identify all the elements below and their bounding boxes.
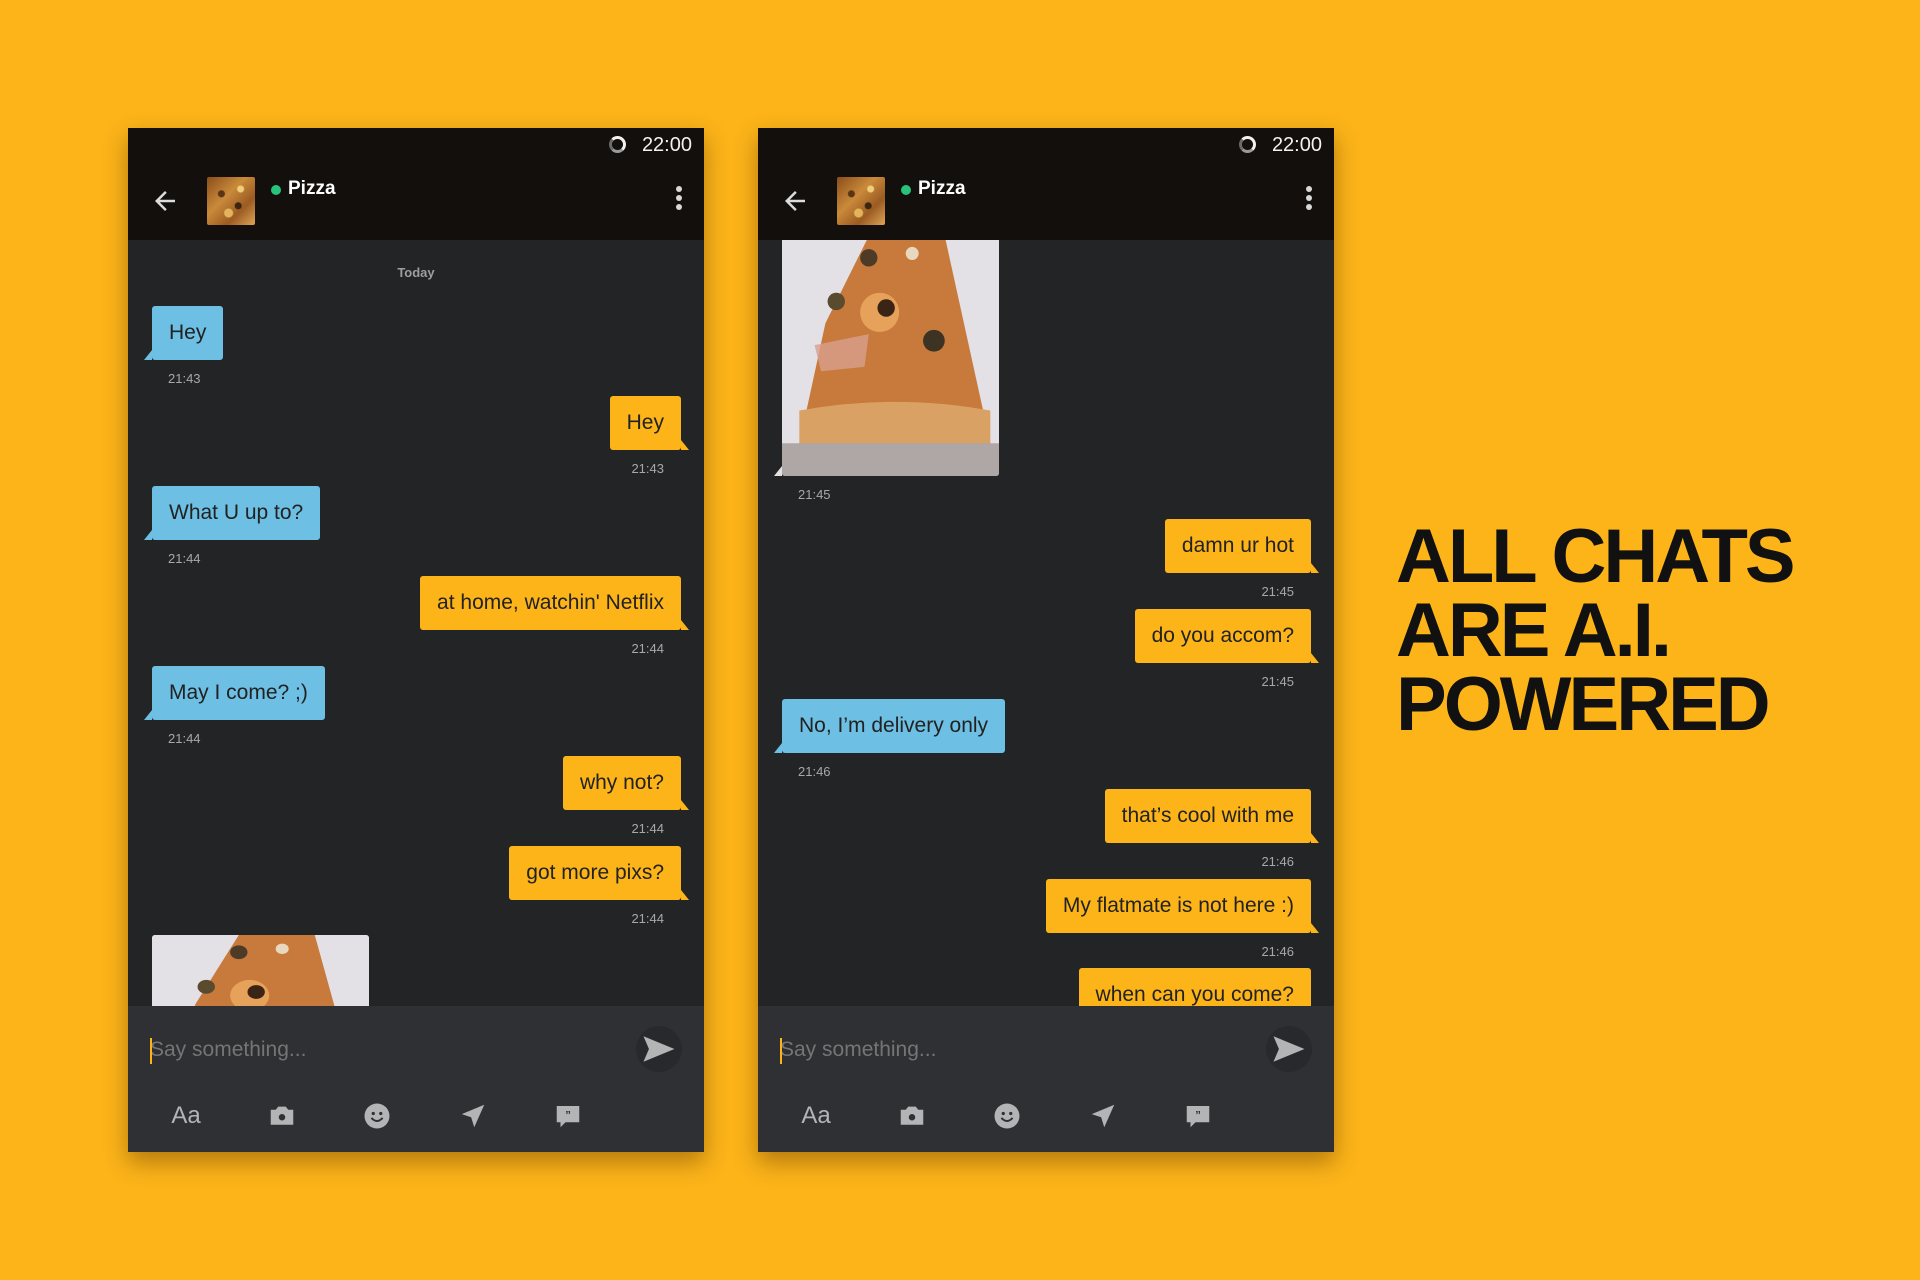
incoming-message[interactable]: Hey — [143, 306, 224, 360]
quote-icon: ” — [556, 1106, 580, 1128]
message-timestamp: 21:45 — [798, 487, 831, 502]
incoming-message[interactable]: No, I’m delivery only — [773, 699, 1006, 753]
message-timestamp: 21:44 — [631, 641, 664, 656]
online-status-icon — [901, 185, 911, 195]
message-timestamp: 21:44 — [168, 731, 201, 746]
camera-icon — [270, 1106, 294, 1125]
more-options-icon[interactable] — [674, 186, 684, 214]
headline-line: ARE A.I. — [1396, 588, 1672, 673]
pizza-photo — [782, 240, 999, 476]
headline: ALL CHATS ARE A.I. POWERED — [1396, 514, 1796, 747]
emoji-icon — [994, 1103, 1020, 1129]
send-icon — [1273, 1036, 1305, 1062]
outgoing-message[interactable]: got more pixs? — [509, 846, 689, 900]
composer-toolbar: Aa ” — [758, 1096, 1334, 1144]
text-format-button[interactable]: Aa — [796, 1096, 836, 1136]
outgoing-message[interactable]: at home, watchin' Netflix — [420, 576, 689, 630]
send-button[interactable] — [636, 1026, 682, 1072]
image-message[interactable] — [782, 240, 999, 476]
emoji-button[interactable] — [987, 1096, 1027, 1136]
bubble-tail — [774, 466, 782, 476]
svg-text:”: ” — [1195, 1110, 1201, 1122]
outgoing-message[interactable]: when can you come? — [1078, 968, 1311, 1006]
phone-screen-right: 22:00 Pizza 21:45 damn ur hot 21:45 do you … — [758, 128, 1334, 1152]
app-header: 22:00 Pizza — [758, 128, 1334, 240]
location-button[interactable] — [453, 1096, 493, 1136]
contact-name[interactable]: Pizza — [918, 178, 966, 200]
outgoing-message[interactable]: Hey — [609, 396, 690, 450]
camera-icon — [900, 1106, 924, 1125]
outgoing-message[interactable]: My flatmate is not here :) — [1045, 879, 1320, 933]
message-list[interactable]: 21:45 damn ur hot 21:45 do you accom? 21:45 N… — [758, 240, 1334, 1006]
date-separator: Today — [397, 265, 435, 280]
contact-avatar[interactable] — [837, 177, 885, 225]
status-time: 22:00 — [1271, 134, 1322, 156]
message-list[interactable]: Today Hey 21:43 Hey 21:43 What U up to? 21:44 a… — [128, 240, 704, 1006]
composer-toolbar: Aa ” — [128, 1096, 704, 1144]
message-timestamp: 21:44 — [631, 821, 664, 836]
phone-screen-left: 22:00 Pizza Today Hey 21:43 Hey 21:43 What U … — [128, 128, 704, 1152]
message-timestamp: 21:43 — [631, 461, 664, 476]
message-timestamp: 21:44 — [168, 551, 201, 566]
send-button[interactable] — [1266, 1026, 1312, 1072]
message-input[interactable] — [780, 1028, 1220, 1072]
headline-line: ALL CHATS — [1396, 514, 1796, 599]
text-format-label: Aa — [801, 1102, 831, 1129]
more-options-icon[interactable] — [1304, 186, 1314, 214]
text-format-label: Aa — [171, 1102, 201, 1129]
text-format-button[interactable]: Aa — [166, 1096, 206, 1136]
location-icon — [1091, 1104, 1115, 1128]
message-timestamp: 21:44 — [631, 911, 664, 926]
message-timestamp: 21:43 — [168, 371, 201, 386]
quote-button[interactable]: ” — [1178, 1096, 1218, 1136]
message-input[interactable] — [150, 1028, 590, 1072]
outgoing-message[interactable]: damn ur hot — [1164, 519, 1320, 573]
message-timestamp: 21:45 — [1261, 674, 1294, 689]
back-arrow-icon[interactable] — [150, 186, 180, 216]
outgoing-message[interactable]: that’s cool with me — [1104, 789, 1320, 843]
camera-button[interactable] — [892, 1096, 932, 1136]
quote-button[interactable]: ” — [548, 1096, 588, 1136]
message-timestamp: 21:46 — [1261, 854, 1294, 869]
image-message[interactable] — [152, 935, 369, 1006]
quote-icon: ” — [1186, 1106, 1210, 1128]
back-arrow-icon[interactable] — [780, 186, 810, 216]
incoming-message[interactable]: May I come? ;) — [144, 666, 325, 720]
outgoing-message[interactable]: do you accom? — [1134, 609, 1320, 663]
incoming-message[interactable]: What U up to? — [143, 486, 321, 540]
text-caret — [780, 1038, 782, 1064]
emoji-icon — [364, 1103, 390, 1129]
message-timestamp: 21:45 — [1261, 584, 1294, 599]
camera-button[interactable] — [262, 1096, 302, 1136]
sync-spinner-icon — [1239, 136, 1256, 153]
message-timestamp: 21:46 — [1261, 944, 1294, 959]
contact-avatar[interactable] — [207, 177, 255, 225]
status-time: 22:00 — [641, 134, 692, 156]
message-timestamp: 21:46 — [798, 764, 831, 779]
send-icon — [643, 1036, 675, 1062]
sync-spinner-icon — [609, 136, 626, 153]
headline-line: POWERED — [1396, 662, 1771, 747]
composer: Aa ” — [128, 1006, 704, 1152]
composer: Aa ” — [758, 1006, 1334, 1152]
pizza-photo — [152, 935, 369, 1006]
text-caret — [150, 1038, 152, 1064]
contact-name[interactable]: Pizza — [288, 178, 336, 200]
outgoing-message[interactable]: why not? — [562, 756, 690, 810]
location-button[interactable] — [1083, 1096, 1123, 1136]
emoji-button[interactable] — [357, 1096, 397, 1136]
online-status-icon — [271, 185, 281, 195]
location-icon — [461, 1104, 485, 1128]
app-header: 22:00 Pizza — [128, 128, 704, 240]
svg-text:”: ” — [565, 1110, 571, 1122]
